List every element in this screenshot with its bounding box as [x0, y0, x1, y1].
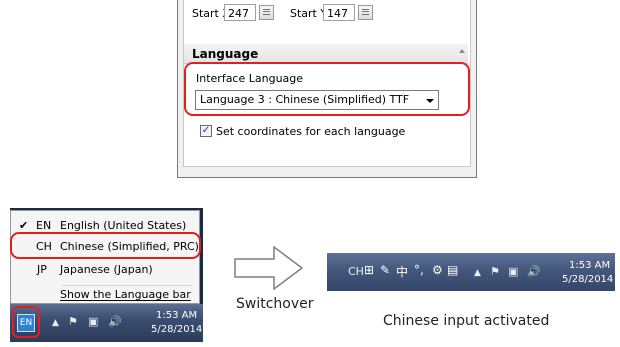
start-x-field[interactable]: 247: [224, 4, 256, 21]
start-x-spinner-icon[interactable]: [259, 5, 274, 20]
ime-mode-icon[interactable]: ✎: [380, 263, 390, 277]
start-y-label: Start Y: [290, 7, 328, 20]
clock-date-after[interactable]: 5/28/2014: [562, 274, 613, 285]
language-code-ch[interactable]: CH: [348, 265, 364, 278]
switchover-label: Switchover: [236, 296, 314, 312]
menu-item-en-code: EN: [36, 219, 52, 232]
network-icon[interactable]: ▣: [88, 315, 98, 328]
tray-expand-icon[interactable]: ▲: [52, 318, 59, 328]
ime-options-icon[interactable]: ▤: [447, 263, 458, 277]
menu-item-jp-code: JP: [37, 263, 47, 276]
clock-date[interactable]: 5/28/2014: [151, 324, 202, 335]
language-section-title: Language: [192, 47, 259, 61]
coordinates-checkbox[interactable]: ✓: [200, 125, 212, 137]
start-y-field[interactable]: 147: [323, 4, 355, 21]
menu-separator: [62, 285, 192, 286]
menu-item-japanese[interactable]: Japanese (Japan): [60, 263, 153, 276]
switchover-arrow-icon: [234, 246, 304, 290]
highlight-interface-language: [184, 62, 470, 116]
ime-logo-icon[interactable]: ⊞: [364, 263, 374, 277]
start-y-spinner-icon[interactable]: [358, 5, 373, 20]
ime-punctuation-icon[interactable]: °,: [414, 263, 424, 277]
menu-item-english[interactable]: English (United States): [60, 219, 186, 232]
clock-time[interactable]: 1:53 AM: [156, 310, 197, 321]
volume-icon-after[interactable]: 🔊: [527, 265, 541, 278]
highlight-language-button: [12, 306, 40, 338]
highlight-chinese-item: [10, 232, 201, 259]
clock-time-after[interactable]: 1:53 AM: [569, 260, 610, 271]
volume-icon[interactable]: 🔊: [108, 315, 122, 328]
coordinates-checkbox-label: Set coordinates for each language: [216, 125, 406, 138]
collapse-icon[interactable]: [459, 49, 465, 53]
menu-item-show-language-bar[interactable]: Show the Language bar: [60, 288, 191, 301]
action-center-icon-after[interactable]: ⚑: [490, 265, 500, 278]
result-label: Chinese input activated: [383, 313, 550, 329]
network-icon-after[interactable]: ▣: [508, 265, 518, 278]
check-icon: ✔: [19, 219, 29, 232]
ime-tools-icon[interactable]: ⚙: [432, 263, 443, 277]
action-center-icon[interactable]: ⚑: [68, 315, 78, 328]
tray-expand-icon-after[interactable]: ▲: [474, 268, 481, 278]
ime-mode-label[interactable]: 中: [396, 263, 408, 280]
